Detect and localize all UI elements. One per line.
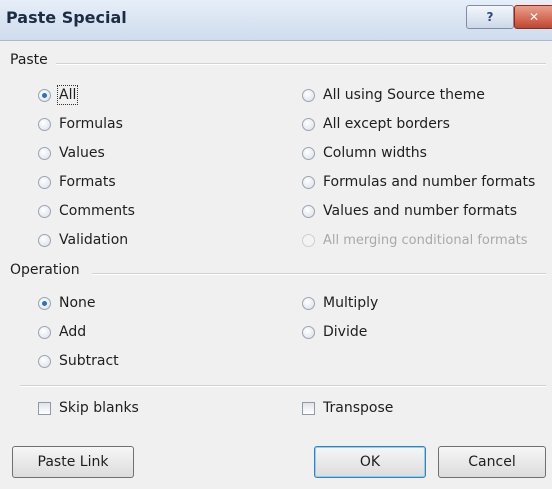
operation-option-none-label: None: [59, 295, 96, 311]
operation-option-none[interactable]: None: [38, 293, 96, 313]
skip-blanks-label: Skip blanks: [59, 400, 139, 416]
radio-values[interactable]: [38, 146, 51, 160]
paste-option-all-except-borders-label: All except borders: [323, 116, 450, 132]
paste-option-formats-label: Formats: [59, 174, 116, 190]
ok-button[interactable]: OK: [314, 446, 426, 478]
radio-all[interactable]: [38, 88, 51, 102]
radio-subtract[interactable]: [38, 354, 51, 368]
transpose-option[interactable]: Transpose: [302, 398, 393, 418]
paste-option-comments-label: Comments: [59, 203, 135, 219]
paste-option-comments[interactable]: Comments: [38, 201, 135, 221]
operation-option-multiply-label: Multiply: [323, 295, 379, 311]
radio-multiply[interactable]: [302, 296, 315, 310]
close-icon: ✕: [528, 10, 540, 24]
radio-all-using-source-theme[interactable]: [302, 88, 315, 102]
paste-option-column-widths[interactable]: Column widths: [302, 143, 427, 163]
help-button[interactable]: ?: [466, 5, 514, 29]
paste-option-all-using-source-theme-label: All using Source theme: [323, 87, 485, 103]
paste-option-formulas[interactable]: Formulas: [38, 114, 123, 134]
paste-separator: [56, 63, 546, 65]
title-bar: Paste Special ? ✕: [0, 0, 552, 41]
paste-option-validation[interactable]: Validation: [38, 230, 128, 250]
operation-option-subtract[interactable]: Subtract: [38, 351, 119, 371]
paste-option-formulas-and-number-formats-label: Formulas and number formats: [323, 174, 536, 190]
close-button[interactable]: ✕: [514, 5, 552, 29]
cancel-button[interactable]: Cancel: [438, 446, 546, 478]
transpose-checkbox[interactable]: [302, 401, 315, 415]
paste-option-all-except-borders[interactable]: All except borders: [302, 114, 450, 134]
skip-blanks-option[interactable]: Skip blanks: [38, 398, 139, 418]
paste-option-values-and-number-formats-label: Values and number formats: [323, 203, 518, 219]
dialog-title: Paste Special: [6, 8, 127, 27]
radio-formulas[interactable]: [38, 117, 51, 131]
help-icon: ?: [486, 10, 494, 24]
paste-option-formats[interactable]: Formats: [38, 172, 116, 192]
paste-option-all-using-source-theme[interactable]: All using Source theme: [302, 85, 485, 105]
paste-option-values[interactable]: Values: [38, 143, 105, 163]
paste-option-values-label: Values: [59, 145, 105, 161]
paste-option-validation-label: Validation: [59, 232, 129, 248]
radio-formulas-and-number-formats[interactable]: [302, 175, 315, 189]
paste-option-formulas-and-number-formats[interactable]: Formulas and number formats: [302, 172, 535, 192]
paste-option-all-merging-conditional-formats: All merging conditional formats: [302, 230, 527, 250]
radio-all-except-borders[interactable]: [302, 117, 315, 131]
operation-option-add-label: Add: [59, 324, 87, 340]
paste-option-all-merging-conditional-formats-label: All merging conditional formats: [323, 232, 528, 248]
paste-section-label: Paste: [10, 52, 48, 68]
radio-validation[interactable]: [38, 233, 51, 247]
radio-add[interactable]: [38, 325, 51, 339]
operation-option-divide[interactable]: Divide: [302, 322, 367, 342]
radio-none[interactable]: [38, 296, 51, 310]
operation-option-multiply[interactable]: Multiply: [302, 293, 378, 313]
paste-option-column-widths-label: Column widths: [323, 145, 427, 161]
paste-option-all-label: All: [56, 85, 79, 105]
operation-separator: [92, 273, 546, 275]
checkbox-separator: [20, 385, 546, 387]
radio-column-widths[interactable]: [302, 146, 315, 160]
radio-comments[interactable]: [38, 204, 51, 218]
operation-option-divide-label: Divide: [323, 324, 368, 340]
operation-option-subtract-label: Subtract: [59, 353, 119, 369]
skip-blanks-checkbox[interactable]: [38, 401, 51, 415]
operation-section-label: Operation: [10, 262, 80, 278]
radio-all-merging-conditional-formats: [302, 233, 315, 247]
radio-divide[interactable]: [302, 325, 315, 339]
transpose-label: Transpose: [323, 400, 394, 416]
paste-option-all[interactable]: All: [38, 85, 79, 105]
radio-formats[interactable]: [38, 175, 51, 189]
radio-values-and-number-formats[interactable]: [302, 204, 315, 218]
paste-link-button[interactable]: Paste Link: [12, 446, 134, 478]
paste-option-formulas-label: Formulas: [59, 116, 123, 132]
operation-option-add[interactable]: Add: [38, 322, 86, 342]
paste-option-values-and-number-formats[interactable]: Values and number formats: [302, 201, 517, 221]
